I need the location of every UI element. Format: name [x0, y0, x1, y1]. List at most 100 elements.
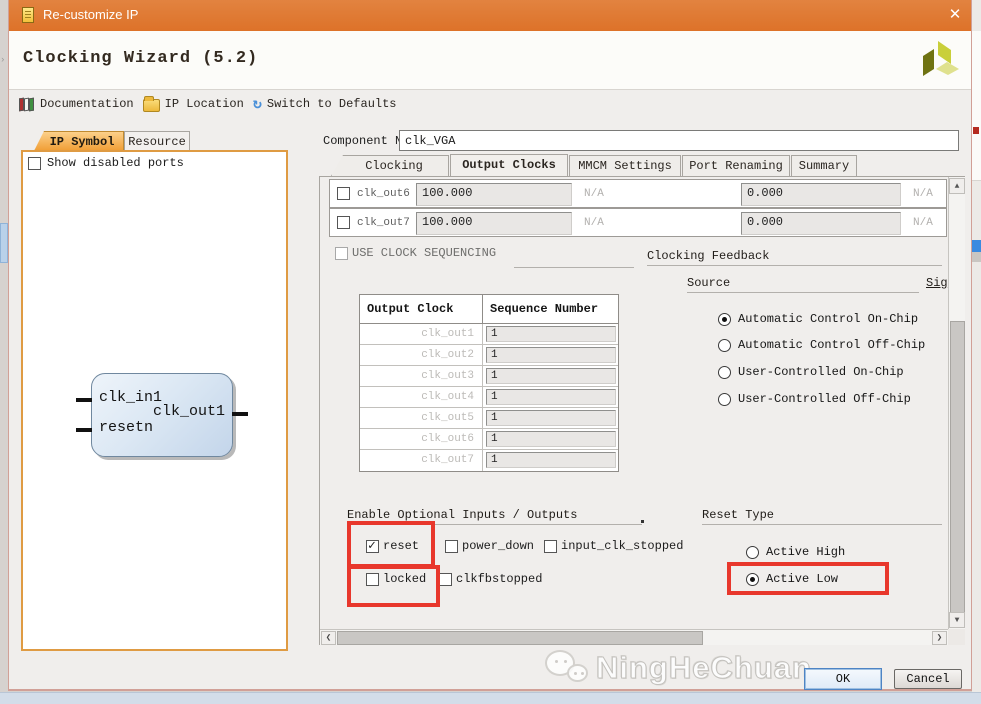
clk-out6-actual-phase: N/A	[913, 188, 933, 200]
xilinx-logo-icon	[914, 39, 960, 85]
radio-user-controlled-off-chip[interactable]: User-Controlled Off-Chip	[718, 392, 911, 406]
wechat-icon	[545, 650, 575, 676]
radio-icon[interactable]	[718, 366, 731, 379]
vertical-scroll-thumb[interactable]	[950, 321, 965, 613]
scrollbar-corner	[948, 629, 965, 645]
signaling-label-clipped: Sig	[926, 276, 948, 290]
sequence-row-clk_out5: clk_out51	[360, 408, 618, 429]
sequence-number-field[interactable]: 1	[486, 452, 616, 468]
sequence-number-field[interactable]: 1	[486, 410, 616, 426]
sequence-clock-name: clk_out7	[360, 450, 483, 471]
documentation-label: Documentation	[40, 97, 134, 111]
clocking-feedback-underline	[647, 265, 942, 266]
switch-to-defaults-label: Switch to Defaults	[267, 97, 397, 111]
tab-port-renaming[interactable]: Port Renaming	[682, 155, 790, 176]
show-disabled-ports-checkbox[interactable]	[28, 157, 41, 170]
radio-icon[interactable]	[746, 546, 759, 559]
port-clk-out1: clk_out1	[153, 403, 225, 420]
sequence-table-header: Output Clock Sequence Number	[360, 295, 618, 324]
radio-active-high[interactable]: Active High	[746, 545, 845, 559]
radio-label: User-Controlled On-Chip	[738, 365, 904, 379]
documentation-button[interactable]: Documentation	[19, 97, 134, 112]
input-clk-stopped-checkbox[interactable]	[544, 540, 557, 553]
input-clk-stopped-label: input_clk_stopped	[561, 539, 683, 553]
clk-out7-checkbox[interactable]	[337, 216, 350, 229]
sequence-clock-name: clk_out2	[360, 345, 483, 365]
highlight-box-locked	[347, 565, 440, 607]
horizontal-scroll-thumb[interactable]	[337, 631, 703, 645]
radio-user-controlled-on-chip[interactable]: User-Controlled On-Chip	[718, 365, 904, 379]
background-selection-bar	[972, 240, 981, 252]
ok-button[interactable]: OK	[804, 668, 882, 690]
tab-resource[interactable]: Resource	[124, 131, 190, 151]
reset-type-title: Reset Type	[702, 508, 774, 522]
tab-clocking-options[interactable]: Clocking Options	[331, 155, 449, 176]
background-arrow-glyph: ›	[0, 55, 5, 65]
scroll-down-icon[interactable]: ▼	[949, 612, 965, 628]
scroll-up-icon[interactable]: ▲	[949, 178, 965, 194]
books-icon	[19, 97, 35, 112]
component-name-input[interactable]: clk_VGA	[399, 130, 959, 151]
tab-ip-symbol[interactable]: IP Symbol	[34, 131, 124, 151]
sequence-number-field[interactable]: 1	[486, 431, 616, 447]
cancel-button[interactable]: Cancel	[894, 669, 962, 689]
radio-icon[interactable]	[718, 393, 731, 406]
use-clock-sequencing-checkbox[interactable]	[335, 247, 348, 260]
clk-out6-label: clk_out6	[357, 188, 410, 200]
radio-icon[interactable]	[718, 339, 731, 352]
ip-location-button[interactable]: IP Location	[143, 97, 244, 112]
vertical-scrollbar[interactable]: ▲ ▼	[948, 177, 965, 629]
radio-automatic-control-off-chip[interactable]: Automatic Control Off-Chip	[718, 338, 925, 352]
power-down-checkbox-row[interactable]: power_down	[445, 539, 534, 553]
underline-end-dot	[641, 520, 644, 523]
resetn-stub	[76, 428, 92, 432]
input-clk-stopped-checkbox-row[interactable]: input_clk_stopped	[544, 539, 683, 553]
ip-symbol-panel: Show disabled ports clk_in1 resetn clk_o…	[21, 150, 288, 651]
title-bar[interactable]: Re-customize IP ✕	[9, 0, 971, 31]
clkfbstopped-checkbox-row[interactable]: clkfbstopped	[439, 572, 542, 586]
port-resetn: resetn	[99, 419, 153, 436]
sequence-number-field[interactable]: 1	[486, 347, 616, 363]
background-window-left-sliver: ›	[0, 0, 8, 704]
show-disabled-ports-row[interactable]: Show disabled ports	[28, 156, 184, 170]
show-disabled-ports-label: Show disabled ports	[47, 156, 184, 170]
sequence-table-rows: clk_out11clk_out21clk_out31clk_out41clk_…	[360, 324, 618, 471]
power-down-checkbox[interactable]	[445, 540, 458, 553]
wechat-small-bubble-icon	[567, 664, 588, 682]
scroll-right-icon[interactable]: ❯	[932, 631, 947, 645]
sequence-number-field[interactable]: 1	[486, 389, 616, 405]
tab-summary[interactable]: Summary	[791, 155, 857, 176]
radio-label: User-Controlled Off-Chip	[738, 392, 911, 406]
refresh-icon: ↻	[253, 98, 262, 111]
switch-to-defaults-button[interactable]: ↻ Switch to Defaults	[253, 97, 397, 111]
clk-out7-freq-field[interactable]: 100.000	[416, 212, 572, 235]
clk-out6-phase-field[interactable]: 0.000	[741, 183, 901, 206]
close-icon[interactable]: ✕	[944, 5, 966, 25]
clkfbstopped-label: clkfbstopped	[456, 572, 542, 586]
scroll-left-icon[interactable]: ❮	[321, 631, 336, 645]
clkfbstopped-checkbox[interactable]	[439, 573, 452, 586]
clk-out7-actual-phase: N/A	[913, 217, 933, 229]
clk-out1-stub	[232, 412, 248, 416]
tab-output-clocks[interactable]: Output Clocks	[450, 154, 568, 176]
clk-out6-checkbox[interactable]	[337, 187, 350, 200]
ip-document-icon	[22, 7, 34, 23]
column-sequence-number: Sequence Number	[483, 295, 618, 323]
tab-mmcm-settings[interactable]: MMCM Settings	[569, 155, 681, 176]
folder-icon	[143, 99, 160, 112]
sequence-row-clk_out1: clk_out11	[360, 324, 618, 345]
sequence-number-field[interactable]: 1	[486, 368, 616, 384]
background-red-mark	[973, 127, 979, 134]
clk-out6-freq-field[interactable]: 100.000	[416, 183, 572, 206]
wizard-title: Clocking Wizard (5.2)	[23, 49, 258, 68]
radio-icon[interactable]	[718, 313, 731, 326]
background-blue-block	[0, 223, 8, 263]
radio-automatic-control-on-chip[interactable]: Automatic Control On-Chip	[718, 312, 918, 326]
ip-symbol-block: clk_in1 resetn clk_out1	[91, 373, 233, 457]
source-underline	[687, 292, 919, 293]
horizontal-scrollbar[interactable]: ❮ ❯	[320, 629, 948, 645]
clk-out7-phase-field[interactable]: 0.000	[741, 212, 901, 235]
reset-type-underline	[702, 524, 942, 525]
sequence-number-field[interactable]: 1	[486, 326, 616, 342]
use-clock-sequencing-row[interactable]: USE CLOCK SEQUENCING	[335, 246, 496, 260]
